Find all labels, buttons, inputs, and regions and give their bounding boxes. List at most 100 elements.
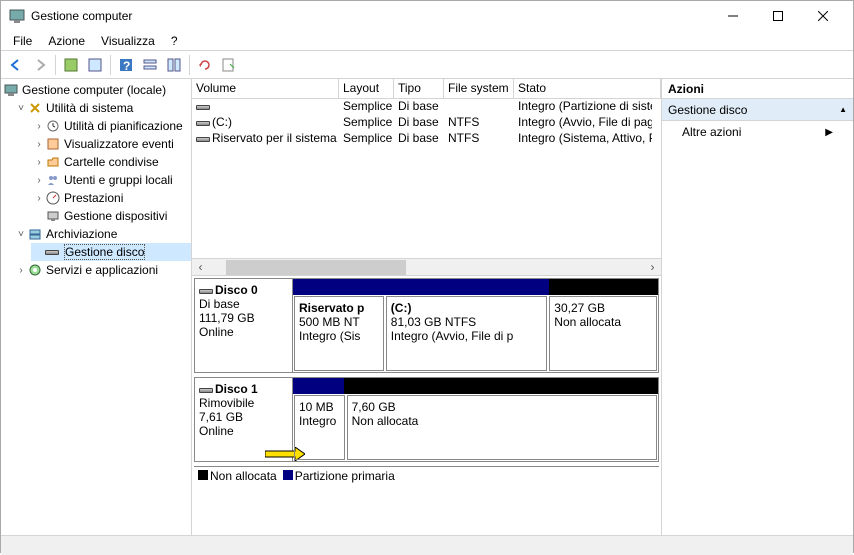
statusbar: [1, 535, 853, 555]
tree-eventviewer[interactable]: › Visualizzatore eventi: [31, 135, 191, 153]
action-button[interactable]: [218, 54, 240, 76]
disk0-partitions: Riservato p 500 MB NT Integro (Sis (C:) …: [293, 295, 658, 372]
partition-c[interactable]: (C:) 81,03 GB NTFS Integro (Avvio, File …: [386, 296, 547, 371]
part-size: 500 MB NT: [299, 315, 379, 329]
expand-icon[interactable]: ›: [33, 139, 45, 150]
tree-label: Utenti e gruppi locali: [64, 173, 173, 187]
menu-help[interactable]: ?: [165, 32, 184, 50]
disk-graphical-view[interactable]: Disco 0 Di base 111,79 GB Online Riserva…: [192, 276, 661, 535]
tree-label: Cartelle condivise: [64, 155, 159, 169]
refresh-button[interactable]: [194, 54, 216, 76]
drive-icon: [196, 105, 210, 110]
expand-icon[interactable]: ›: [15, 265, 27, 276]
tools-icon: [27, 100, 43, 116]
actions-group-label: Gestione disco: [668, 103, 747, 117]
tree-services[interactable]: › Servizi e applicazioni: [13, 261, 191, 279]
menubar: File Azione Visualizza ?: [1, 31, 853, 51]
scroll-left-icon[interactable]: ‹: [192, 259, 209, 276]
volume-row[interactable]: Riservato per il sistema Semplice Di bas…: [192, 131, 661, 147]
tree-scheduler[interactable]: › Utilità di pianificazione: [31, 117, 191, 135]
col-volume[interactable]: Volume: [192, 79, 339, 99]
tree-pane[interactable]: Gestione computer (locale) ˅ Utilità di …: [1, 79, 192, 535]
actions-more-label: Altre azioni: [682, 125, 741, 139]
titlebar: Gestione computer: [1, 1, 853, 31]
forward-button[interactable]: [29, 54, 51, 76]
col-state[interactable]: Stato: [514, 79, 661, 99]
bar-primary: [293, 378, 344, 394]
disk1-row[interactable]: Disco 1 Rimovibile 7,61 GB Online 10 MB …: [194, 377, 659, 462]
h-scrollbar[interactable]: ‹ ›: [192, 258, 661, 275]
vol-name: (C:): [212, 115, 232, 129]
partition-unallocated[interactable]: 7,60 GB Non allocata: [347, 395, 657, 460]
back-button[interactable]: [5, 54, 27, 76]
expand-icon[interactable]: ›: [33, 193, 45, 204]
menu-action[interactable]: Azione: [42, 32, 91, 50]
window-title: Gestione computer: [31, 9, 710, 23]
collapse-icon[interactable]: ˅: [15, 103, 27, 114]
bar-primary: [293, 279, 384, 295]
maximize-button[interactable]: [755, 2, 800, 30]
disk0-layout: Riservato p 500 MB NT Integro (Sis (C:) …: [293, 279, 658, 372]
menu-view[interactable]: Visualizza: [95, 32, 161, 50]
volume-row[interactable]: (C:) Semplice Di base NTFS Integro (Avvi…: [192, 115, 661, 131]
expand-icon[interactable]: ›: [33, 121, 45, 132]
expand-icon[interactable]: ›: [33, 157, 45, 168]
properties-button[interactable]: [84, 54, 106, 76]
vol-layout: Semplice: [339, 99, 394, 115]
drive-icon: [199, 289, 213, 294]
collapse-icon[interactable]: ˅: [15, 229, 27, 240]
center-pane: Volume Layout Tipo File system Stato Sem…: [192, 79, 662, 535]
window-controls: [710, 2, 845, 30]
vol-type: Di base: [394, 115, 444, 131]
col-fs[interactable]: File system: [444, 79, 514, 99]
toolbar-separator: [189, 55, 190, 75]
view-detail-button[interactable]: [163, 54, 185, 76]
drive-icon: [196, 137, 210, 142]
tree-storage[interactable]: ˅ Archiviazione: [13, 225, 191, 243]
tree-shared[interactable]: › Cartelle condivise: [31, 153, 191, 171]
part-state: Integro (Sis: [299, 329, 379, 343]
volume-row[interactable]: Semplice Di base Integro (Partizione di …: [192, 99, 661, 115]
partition-unallocated[interactable]: 30,27 GB Non allocata: [549, 296, 657, 371]
disk-status: Online: [199, 325, 288, 339]
tree-label: Utilità di pianificazione: [64, 119, 183, 133]
show-hide-button[interactable]: [60, 54, 82, 76]
actions-group-diskmgmt[interactable]: Gestione disco ▲: [662, 99, 853, 121]
tree-diskmgmt[interactable]: Gestione disco: [31, 243, 191, 261]
toolbar: ?: [1, 51, 853, 79]
legend-primary: Partizione primaria: [283, 469, 395, 483]
volume-list-body[interactable]: Semplice Di base Integro (Partizione di …: [192, 99, 661, 275]
view-list-button[interactable]: [139, 54, 161, 76]
disk-name: Disco 0: [215, 283, 258, 297]
actions-more[interactable]: Altre azioni ▶: [662, 121, 853, 143]
scroll-thumb[interactable]: [226, 260, 406, 275]
disk1-info[interactable]: Disco 1 Rimovibile 7,61 GB Online: [195, 378, 293, 461]
disk-size: 111,79 GB: [199, 311, 288, 325]
vol-type: Di base: [394, 131, 444, 147]
disk0-row[interactable]: Disco 0 Di base 111,79 GB Online Riserva…: [194, 278, 659, 373]
volume-list-header[interactable]: Volume Layout Tipo File system Stato: [192, 79, 661, 99]
disk-status: Online: [199, 424, 288, 438]
partition-small[interactable]: 10 MB Integro: [294, 395, 345, 460]
help-button[interactable]: ?: [115, 54, 137, 76]
close-button[interactable]: [800, 2, 845, 30]
tree-devmgr[interactable]: Gestione dispositivi: [31, 207, 191, 225]
tree-label: Gestione dispositivi: [64, 209, 167, 223]
menu-file[interactable]: File: [7, 32, 38, 50]
scroll-right-icon[interactable]: ›: [644, 259, 661, 276]
disk-name: Disco 1: [215, 382, 258, 396]
col-layout[interactable]: Layout: [339, 79, 394, 99]
part-size: 10 MB: [299, 400, 340, 414]
disk0-info[interactable]: Disco 0 Di base 111,79 GB Online: [195, 279, 293, 372]
expand-icon[interactable]: ›: [33, 175, 45, 186]
disk1-bar: [293, 378, 658, 394]
partition-reserved[interactable]: Riservato p 500 MB NT Integro (Sis: [294, 296, 384, 371]
tree-perf[interactable]: › Prestazioni: [31, 189, 191, 207]
drive-icon: [196, 121, 210, 126]
col-type[interactable]: Tipo: [394, 79, 444, 99]
tree-users[interactable]: › Utenti e gruppi locali: [31, 171, 191, 189]
volume-list[interactable]: Volume Layout Tipo File system Stato Sem…: [192, 79, 661, 276]
tree-root[interactable]: Gestione computer (locale): [1, 81, 191, 99]
tree-system-tools[interactable]: ˅ Utilità di sistema: [13, 99, 191, 117]
minimize-button[interactable]: [710, 2, 755, 30]
